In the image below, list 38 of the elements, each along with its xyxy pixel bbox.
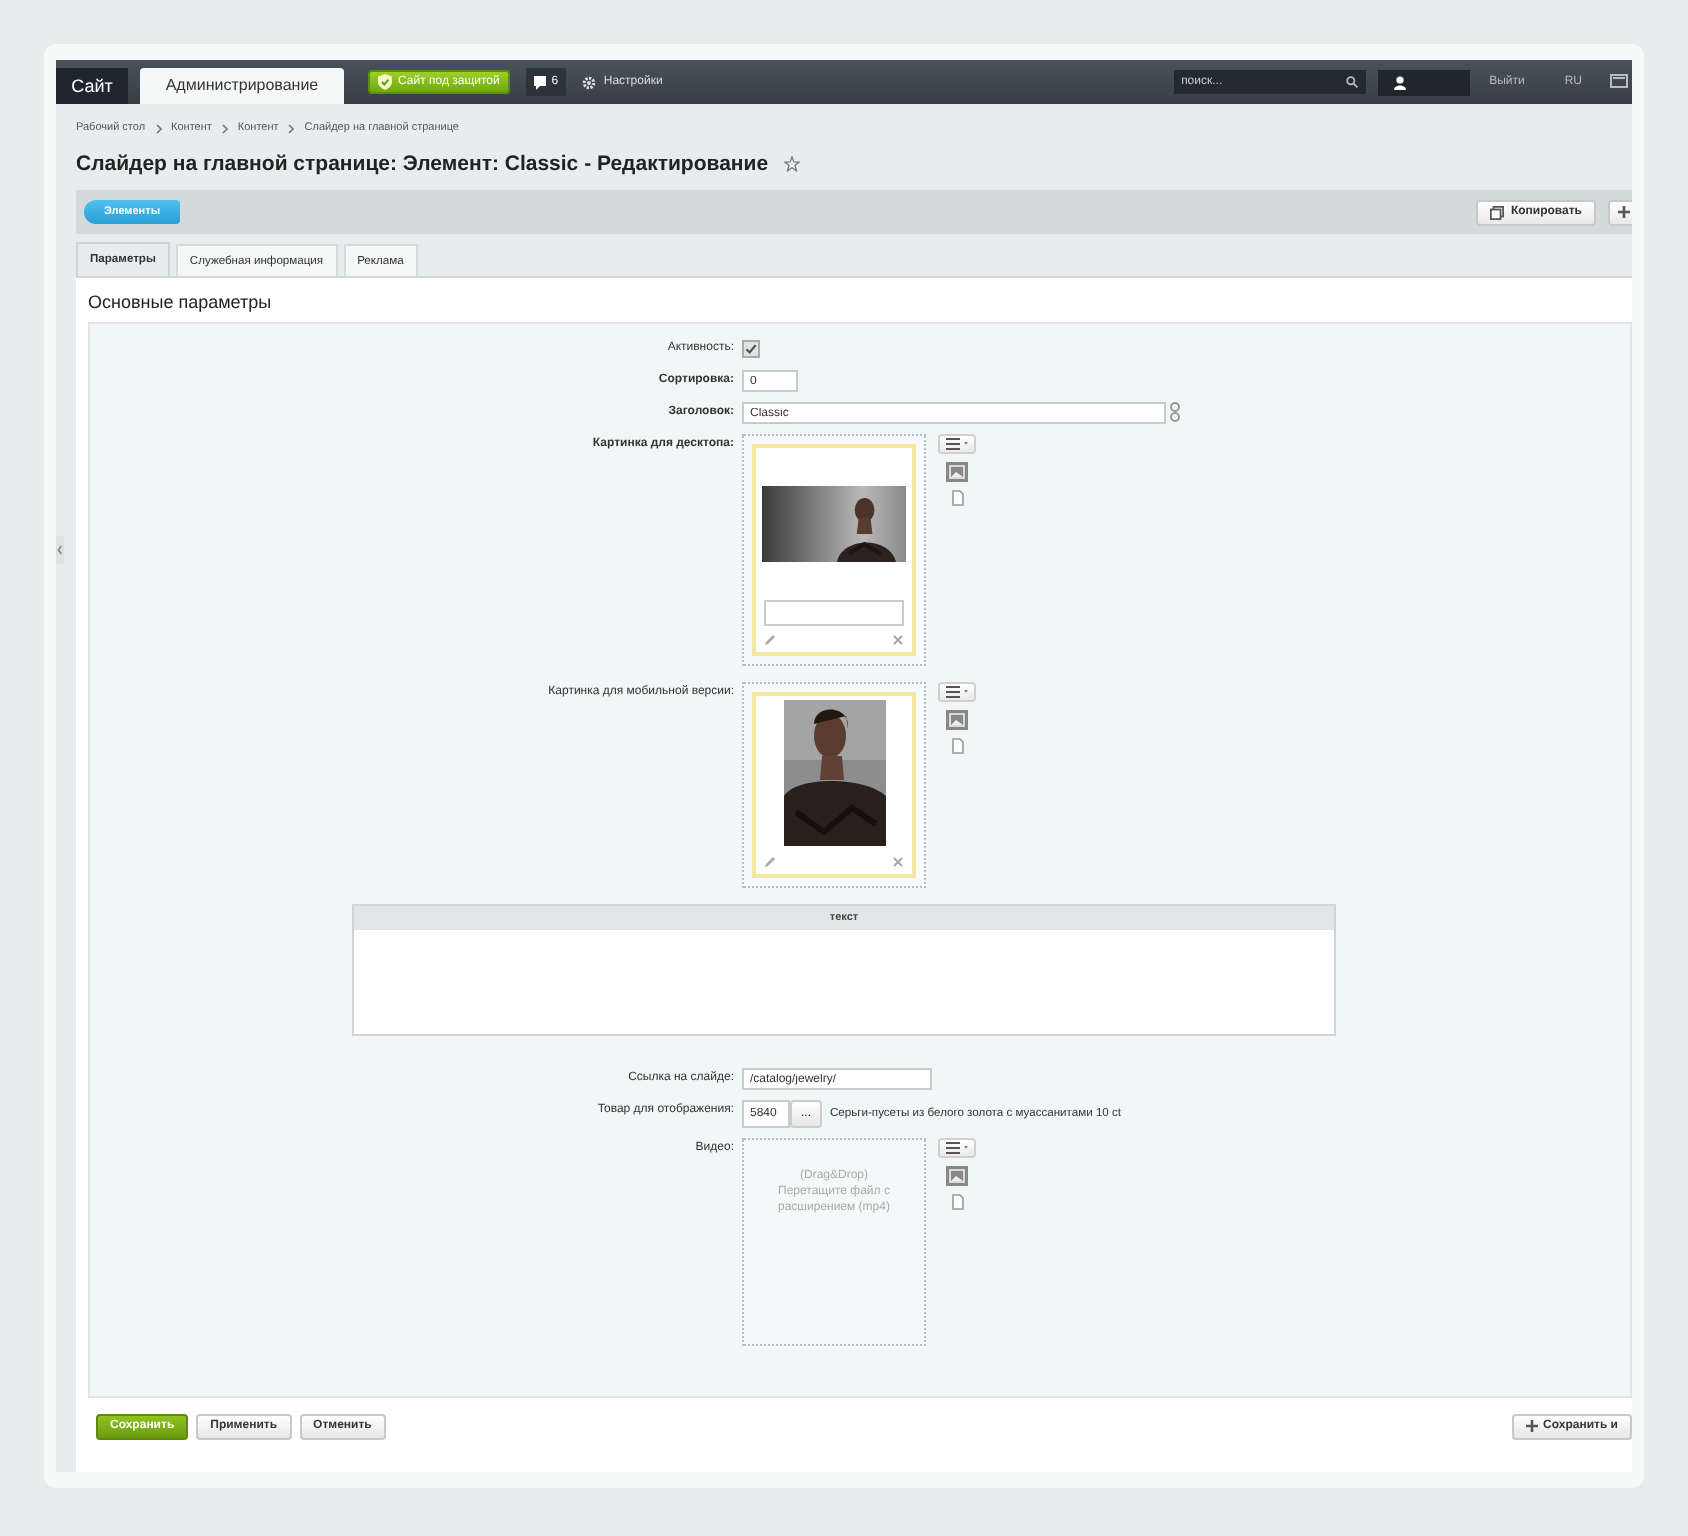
site-tab[interactable]: Сайт	[56, 68, 128, 104]
description-field[interactable]	[764, 600, 904, 626]
user-button[interactable]	[1377, 69, 1470, 95]
page-title: Слайдер на главной странице: Элемент: Classic - Редактирование	[76, 152, 769, 176]
user-icon	[1393, 75, 1406, 89]
close-icon[interactable]	[892, 856, 904, 868]
chevron-icon	[288, 123, 295, 133]
chevron-icon	[155, 123, 162, 133]
plus-icon	[1618, 206, 1630, 218]
section-title: Основные параметры	[88, 290, 274, 316]
image-icon[interactable]	[946, 462, 968, 482]
menu-icon	[945, 1142, 969, 1154]
pencil-icon[interactable]	[764, 856, 776, 868]
search-icon	[1345, 76, 1358, 88]
copy-icon	[1490, 205, 1505, 219]
chevron-icon	[221, 123, 228, 133]
menu-button[interactable]	[938, 434, 976, 454]
menu-icon	[945, 686, 969, 698]
notification-icon	[533, 75, 546, 89]
add-button[interactable]	[1608, 199, 1632, 225]
file-icon[interactable]	[951, 490, 963, 506]
close-icon[interactable]	[892, 634, 904, 646]
menu-icon	[945, 438, 969, 450]
monitor-icon[interactable]	[1610, 74, 1628, 90]
menu-button[interactable]	[938, 682, 976, 702]
image-icon[interactable]	[946, 1166, 968, 1186]
checkbox[interactable]	[742, 340, 760, 358]
admin-tab[interactable]: Администрирование	[140, 68, 344, 104]
plus-icon	[1525, 1420, 1538, 1432]
file-icon[interactable]	[951, 1194, 963, 1210]
image-icon[interactable]	[946, 710, 968, 730]
settings-icon	[581, 75, 596, 89]
collapse-handle[interactable]	[56, 536, 64, 564]
shield-icon	[378, 74, 392, 90]
menu-button[interactable]	[938, 1138, 976, 1158]
star-icon[interactable]	[784, 156, 801, 172]
file-icon[interactable]	[951, 738, 963, 754]
pencil-icon[interactable]	[764, 634, 776, 646]
